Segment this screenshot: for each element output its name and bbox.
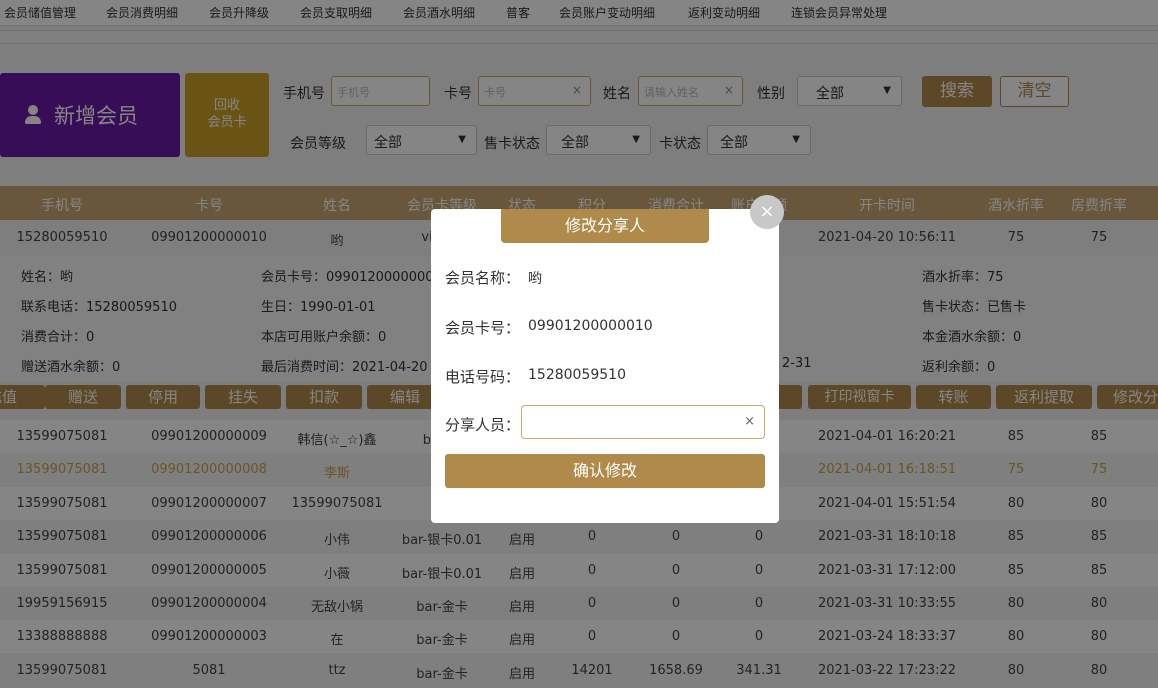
phone-number-label: 电话号码：	[445, 368, 521, 386]
sharer-input[interactable]: ×	[521, 405, 765, 439]
sharer-label: 分享人员：	[445, 416, 521, 434]
member-name-label: 会员名称：	[445, 269, 521, 287]
modal-title: 修改分享人	[501, 209, 709, 243]
clear-icon[interactable]: ×	[744, 414, 755, 429]
member-card-value: 09901200000010	[528, 318, 653, 334]
confirm-modify-button[interactable]: 确认修改	[445, 454, 765, 488]
member-name-value: 哟	[528, 271, 542, 287]
modify-sharer-modal: 修改分享人 × 会员名称： 哟 会员卡号： 09901200000010 电话号…	[431, 195, 784, 523]
close-icon[interactable]: ×	[750, 195, 784, 229]
member-card-label: 会员卡号：	[445, 319, 521, 337]
phone-number-value: 15280059510	[528, 367, 626, 383]
